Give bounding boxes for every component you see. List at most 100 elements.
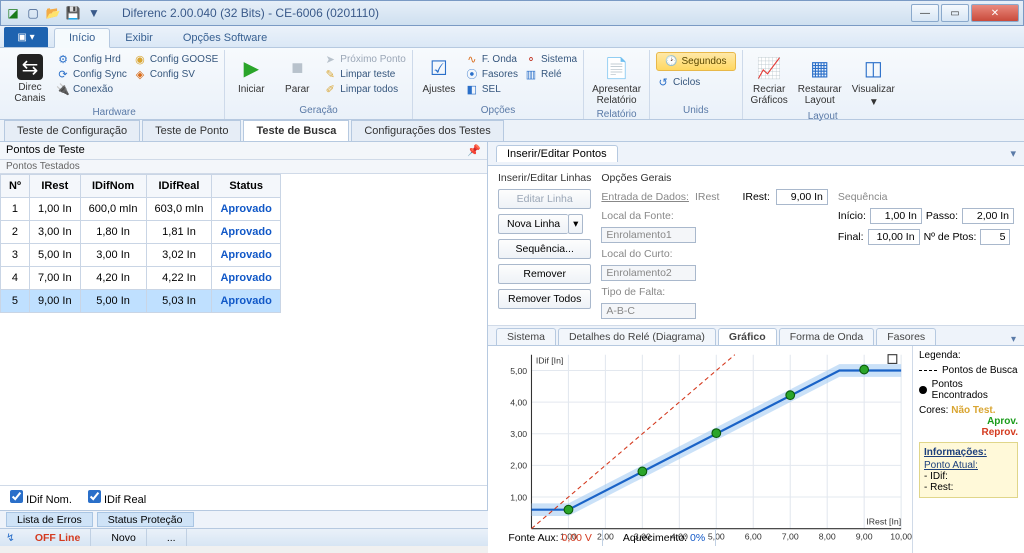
irest-input[interactable] [776,189,828,205]
col-idifreal[interactable]: IDifReal [146,175,212,198]
svg-text:9,00: 9,00 [856,532,873,542]
tab-teste-configuracao[interactable]: Teste de Configuração [4,120,140,141]
system-icon: ⚬ [524,52,538,66]
config-sync-button[interactable]: ⟳Config Sync [56,67,127,81]
window-buttons: — ▭ ✕ [911,4,1019,22]
status-offline: OFF Line [35,532,81,544]
svg-text:10,00: 10,00 [890,532,912,542]
local-fonte-select[interactable] [601,227,696,243]
direc-canais-button[interactable]: ⇆ Direc Canais [10,52,50,106]
ribbon-group-layout: 📈 Recriar Gráficos ▦ Restaurar Layout ◫ … [743,50,903,119]
sistema-button[interactable]: ⚬Sistema [524,52,577,66]
next-icon: ➤ [323,52,337,66]
col-status[interactable]: Status [212,175,280,198]
local-curto-select[interactable] [601,265,696,281]
gtab-detalhes[interactable]: Detalhes do Relé (Diagrama) [558,328,716,345]
chk-idif-nom[interactable]: IDif Nom. [10,490,72,506]
visualizar-button[interactable]: ◫ Visualizar ▼ [850,52,897,110]
close-button[interactable]: ✕ [971,4,1019,22]
config-hrd-button[interactable]: ⚙Config Hrd [56,52,127,66]
bottom-tab-status-protecao[interactable]: Status Proteção [97,512,194,527]
graph-wrap: 1,002,003,004,005,001,002,003,004,005,00… [488,346,1024,553]
segundos-button[interactable]: 🕑Segundos [656,52,736,71]
tipo-falta-label: Tipo de Falta: [601,286,665,298]
table-row[interactable]: 35,00 In3,00 In3,02 InAprovado [1,244,281,267]
editar-linha-button[interactable]: Editar Linha [498,189,591,209]
menu-tab-inicio[interactable]: Início [54,28,110,48]
proximo-ponto-button[interactable]: ➤Próximo Ponto [323,52,406,66]
ciclos-button[interactable]: ↺Ciclos [656,75,736,89]
points-table: Nº IRest IDifNom IDifReal Status 11,00 I… [0,174,281,313]
tab-configuracoes-testes[interactable]: Configurações dos Testes [351,120,503,141]
pin-icon[interactable]: 📌 [467,144,481,157]
chart-svg[interactable]: 1,002,003,004,005,001,002,003,004,005,00… [488,346,912,553]
table-row[interactable]: 23,00 In1,80 In1,81 InAprovado [1,221,281,244]
col-idifnom[interactable]: IDifNom [80,175,146,198]
nova-linha-button[interactable]: Nova Linha [498,214,568,234]
table-row[interactable]: 47,00 In4,20 In4,22 InAprovado [1,267,281,290]
conexao-button[interactable]: 🔌Conexão [56,82,127,96]
remover-button[interactable]: Remover [498,264,591,284]
limpar-teste-button[interactable]: ✎Limpar teste [323,67,406,81]
sequencia-button[interactable]: Sequência... [498,239,591,259]
fasores-button[interactable]: ⦿Fasores [465,67,518,81]
tipo-falta-select[interactable] [601,303,696,319]
col-irest[interactable]: IRest [29,175,80,198]
info-box: Informações: Ponto Atual: - IDif: - Rest… [919,442,1018,498]
new-icon[interactable]: ▢ [25,5,41,21]
aquecimento-value: 0% [690,532,705,544]
remover-todos-button[interactable]: Remover Todos [498,289,591,309]
qat-dropdown-icon[interactable]: ▼ [86,5,102,21]
gtab-fasores[interactable]: Fasores [876,328,936,345]
iniciar-button[interactable]: ▶ Iniciar [231,52,271,97]
passo-input[interactable] [962,208,1014,224]
connection-icon[interactable]: ↯ [6,532,15,544]
report-icon: 📄 [603,54,631,82]
table-row[interactable]: 11,00 In600,0 mIn603,0 mInAprovado [1,198,281,221]
table-wrap[interactable]: Nº IRest IDifNom IDifReal Status 11,00 I… [0,174,487,485]
gtab-grafico[interactable]: Gráfico [718,328,777,345]
goose-icon: ◉ [133,52,147,66]
sel-button[interactable]: ◧SEL [465,82,518,96]
app-menu-button[interactable]: ▣ ▾ [4,27,48,47]
tab-teste-busca[interactable]: Teste de Busca [243,120,349,141]
inicio-label: Início: [838,210,866,222]
final-input[interactable] [868,229,920,245]
content-area: Pontos de Teste 📌 Pontos Testados Nº IRe… [0,142,1024,510]
menu-tab-opcoes[interactable]: Opções Software [168,28,282,47]
restaurar-layout-button[interactable]: ▦ Restaurar Layout [796,52,844,108]
parar-button[interactable]: ■ Parar [277,52,317,97]
ajustes-button[interactable]: ☑ Ajustes [419,52,459,97]
cycle-icon: ↺ [656,75,670,89]
open-icon[interactable]: 📂 [45,5,61,21]
config-goose-button[interactable]: ◉Config GOOSE [133,52,218,66]
maximize-button[interactable]: ▭ [941,4,969,22]
opcoes-gerais-label: Opções Gerais [601,172,671,184]
apresentar-relatorio-button[interactable]: 📄 Apresentar Relatório [590,52,643,108]
gtab-forma-onda[interactable]: Forma de Onda [779,328,875,345]
nptos-input[interactable] [980,229,1010,245]
collapse-icon[interactable]: ▾ [1010,147,1016,160]
broom-icon: ✎ [323,67,337,81]
gtabs-collapse-icon[interactable]: ▾ [1011,334,1016,345]
tab-teste-ponto[interactable]: Teste de Ponto [142,120,241,141]
fonda-button[interactable]: ∿F. Onda [465,52,518,66]
rele-button[interactable]: ▥Relé [524,67,577,81]
chk-idif-real[interactable]: IDif Real [88,490,146,506]
menu-tab-exibir[interactable]: Exibir [110,28,168,47]
irest-label: IRest: [742,191,769,203]
minimize-button[interactable]: — [911,4,939,22]
inicio-input[interactable] [870,208,922,224]
save-icon[interactable]: 💾 [65,5,81,21]
ins-edit-tab[interactable]: Inserir/Editar Pontos [496,145,618,162]
recriar-graficos-button[interactable]: 📈 Recriar Gráficos [749,52,790,108]
col-n[interactable]: Nº [1,175,30,198]
limpar-todos-button[interactable]: ✐Limpar todos [323,82,406,96]
config-sv-button[interactable]: ◈Config SV [133,67,218,81]
nova-linha-dropdown[interactable]: ▾ [568,214,583,234]
left-panel: Pontos de Teste 📌 Pontos Testados Nº IRe… [0,142,488,510]
bottom-tab-lista-erros[interactable]: Lista de Erros [6,512,93,527]
table-row[interactable]: 59,00 In5,00 In5,03 InAprovado [1,290,281,313]
left-panel-header: Pontos de Teste 📌 [0,142,487,160]
gtab-sistema[interactable]: Sistema [496,328,556,345]
